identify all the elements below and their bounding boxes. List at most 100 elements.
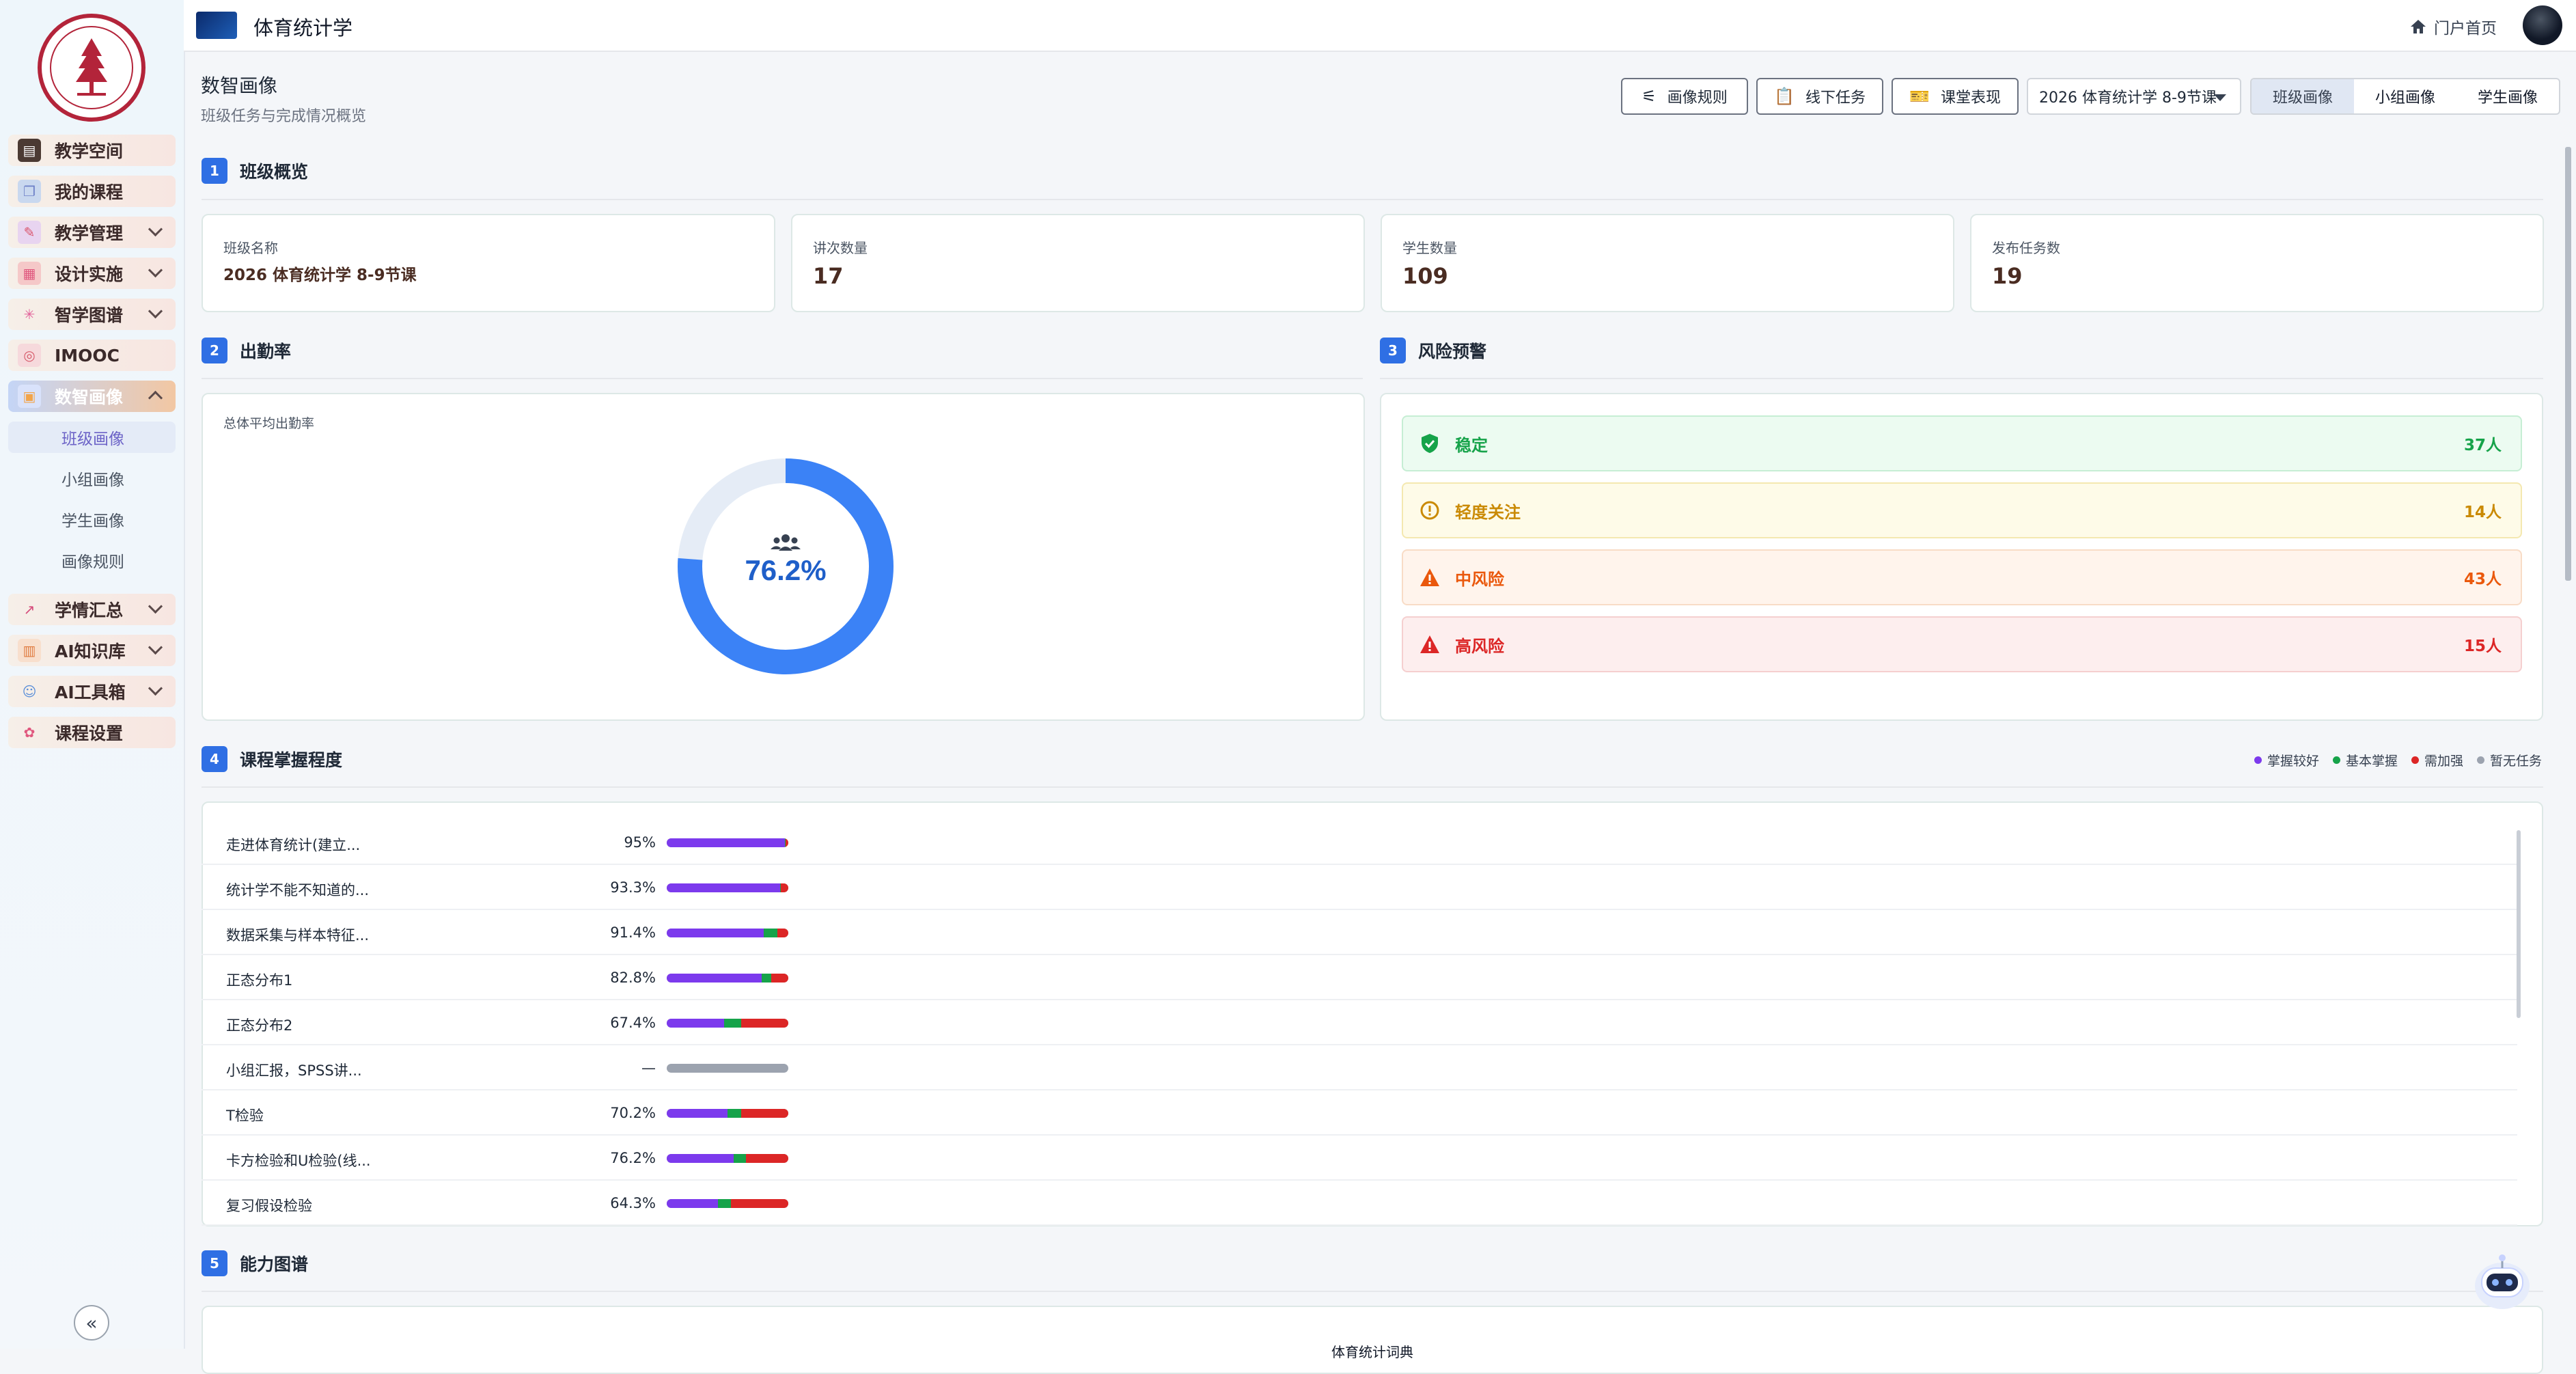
legend-item: 暂无任务	[2476, 751, 2542, 769]
caret-down-icon	[2214, 94, 2226, 101]
clipboard-icon: 📋	[1774, 87, 1795, 106]
mastery-row[interactable]: 数据采集与样本特征... 91.4%	[202, 910, 2517, 955]
book-icon: ▤	[18, 139, 41, 162]
mastery-percent: 64.3%	[610, 1195, 656, 1211]
mastery-percent: 70.2%	[610, 1105, 656, 1121]
legend-dot	[2254, 756, 2262, 764]
legend-item: 基本掌握	[2332, 751, 2398, 769]
mastery-bar-basic	[733, 1154, 746, 1163]
section-mastery-heading: 4 课程掌握程度	[202, 746, 342, 772]
sidebar-collapse-button[interactable]: «	[74, 1305, 109, 1341]
mastery-row[interactable]: 正态分布2 67.4%	[202, 1000, 2517, 1045]
page-scrollbar[interactable]	[2565, 147, 2571, 581]
mastery-row[interactable]: 正态分布1 82.8%	[202, 955, 2517, 1000]
mastery-row[interactable]: 复习假设检验 64.3%	[202, 1181, 2517, 1226]
mastery-lesson-name: 卡方检验和U检验(线...	[226, 1153, 371, 1169]
risk-row-stable[interactable]: 稳定 37人	[1402, 415, 2522, 471]
layout-icon: ▦	[18, 262, 41, 285]
ai-assistant-button[interactable]	[2471, 1244, 2533, 1312]
tab-class-portrait[interactable]: 班级画像	[2252, 79, 2354, 113]
home-icon	[2411, 20, 2426, 33]
sidebar-item-design-implementation[interactable]: ▦ 设计实施	[8, 258, 176, 289]
mastery-bar-basic	[761, 974, 772, 983]
stat-card-tasks: 发布任务数 19	[1970, 214, 2544, 312]
sidebar-item-ai-toolbox[interactable]: ☺ AI工具箱	[8, 676, 176, 707]
mastery-percent: 93.3%	[610, 879, 656, 896]
mastery-row[interactable]: 走进体育统计(建立... 95%	[202, 820, 2517, 865]
class-select[interactable]: 2026 体育统计学 8-9节课	[2027, 78, 2241, 115]
mastery-lesson-name: 正态分布1	[226, 972, 293, 989]
risk-row-light-attention[interactable]: 轻度关注 14人	[1402, 482, 2522, 538]
tab-group-portrait[interactable]: 小组画像	[2354, 79, 2456, 113]
risk-count: 43人	[2463, 571, 2502, 588]
mastery-row[interactable]: 卡方检验和U检验(线... 76.2%	[202, 1136, 2517, 1181]
mastery-bar-good	[667, 974, 762, 983]
mastery-bar-weak	[740, 1019, 788, 1028]
mastery-bar	[667, 1064, 788, 1073]
legend-label: 掌握较好	[2267, 754, 2319, 769]
risk-name: 中风险	[1455, 569, 1504, 589]
mastery-row[interactable]: 统计学不能不知道的... 93.3%	[202, 865, 2517, 910]
avatar[interactable]	[2523, 5, 2562, 45]
attendance-value: 76.2%	[745, 554, 826, 586]
mastery-row[interactable]: T检验 70.2%	[202, 1090, 2517, 1136]
legend-item: 掌握较好	[2254, 751, 2319, 769]
button-label: 线下任务	[1805, 90, 1866, 107]
robot-icon	[2475, 1254, 2530, 1309]
group-icon	[771, 534, 801, 551]
mastery-bar-weak	[731, 1199, 788, 1208]
sidebar-subitem-class-portrait[interactable]: 班级画像	[8, 422, 176, 453]
sidebar-item-label: AI知识库	[55, 642, 126, 661]
attendance-donut: 76.2%	[678, 458, 894, 674]
sidebar-item-label: 设计实施	[55, 264, 124, 284]
risk-row-medium-risk[interactable]: 中风险 43人	[1402, 549, 2522, 605]
tab-student-portrait[interactable]: 学生画像	[2456, 79, 2559, 113]
sidebar-item-course-settings[interactable]: ✿ 课程设置	[8, 717, 176, 748]
pencil-icon: ✎	[18, 221, 41, 244]
button-label: 画像规则	[1667, 90, 1728, 107]
sidebar-item-knowledge-graph[interactable]: ✳ 智学图谱	[8, 299, 176, 330]
sidebar-item-label: IMOOC	[55, 345, 120, 366]
sidebar-item-my-courses[interactable]: ❐ 我的课程	[8, 176, 176, 207]
sidebar-subitem-group-portrait[interactable]: 小组画像	[8, 463, 176, 494]
portal-home-link[interactable]: 门户首页	[2409, 15, 2497, 38]
sidebar-subitem-student-portrait[interactable]: 学生画像	[8, 504, 176, 535]
ability-chart-title: 体育统计词典	[1331, 1344, 1413, 1360]
stat-value: 19	[1992, 263, 2023, 289]
stat-label: 班级名称	[223, 240, 278, 256]
mastery-scrollbar[interactable]	[2517, 830, 2521, 1018]
sidebar-item-imooc[interactable]: ◎ IMOOC	[8, 340, 176, 371]
mastery-bar-good	[667, 1154, 734, 1163]
mastery-percent: 67.4%	[610, 1015, 656, 1031]
sidebar-subitem-portrait-rules[interactable]: 画像规则	[8, 545, 176, 576]
mastery-bar	[667, 1154, 788, 1163]
trend-icon: ↗	[23, 601, 36, 618]
offline-tasks-button[interactable]: 📋 线下任务	[1756, 78, 1883, 115]
stat-label: 发布任务数	[1992, 240, 2060, 256]
portal-home-label: 门户首页	[2434, 20, 2497, 38]
section-number: 2	[202, 338, 227, 363]
stat-value: 17	[813, 263, 844, 289]
mastery-lesson-name: 数据采集与样本特征...	[226, 927, 370, 944]
sidebar-item-ai-knowledge-base[interactable]: ▥ AI知识库	[8, 635, 176, 666]
portrait-rules-button[interactable]: ⚟ 画像规则	[1621, 78, 1748, 115]
risk-name: 高风险	[1455, 636, 1504, 656]
risk-row-high-risk[interactable]: 高风险 15人	[1402, 616, 2522, 672]
mastery-row[interactable]: 小组汇报，SPSS讲... —	[202, 1045, 2517, 1090]
stat-label: 学生数量	[1402, 240, 1457, 256]
sidebar-item-teaching-space[interactable]: ▤ 教学空间	[8, 135, 176, 166]
class-performance-button[interactable]: 🎫 课堂表现	[1892, 78, 2019, 115]
sidebar-item-learning-summary[interactable]: ↗ 学情汇总	[8, 594, 176, 625]
mastery-bar-weak	[771, 974, 788, 983]
mastery-bar	[667, 1109, 788, 1118]
sidebar-item-digital-portrait[interactable]: ▣ 数智画像	[8, 381, 176, 412]
risk-count: 15人	[2463, 637, 2502, 655]
section-number: 5	[202, 1250, 227, 1276]
sidebar-item-label: AI工具箱	[55, 683, 126, 702]
warning-icon	[1419, 567, 1440, 588]
sidebar-item-teaching-management[interactable]: ✎ 教学管理	[8, 217, 176, 248]
divider	[202, 1291, 2543, 1292]
sidebar-item-label: 数智画像	[55, 387, 124, 407]
mastery-percent: 82.8%	[610, 970, 656, 986]
open-book-icon: ❐	[18, 180, 41, 203]
